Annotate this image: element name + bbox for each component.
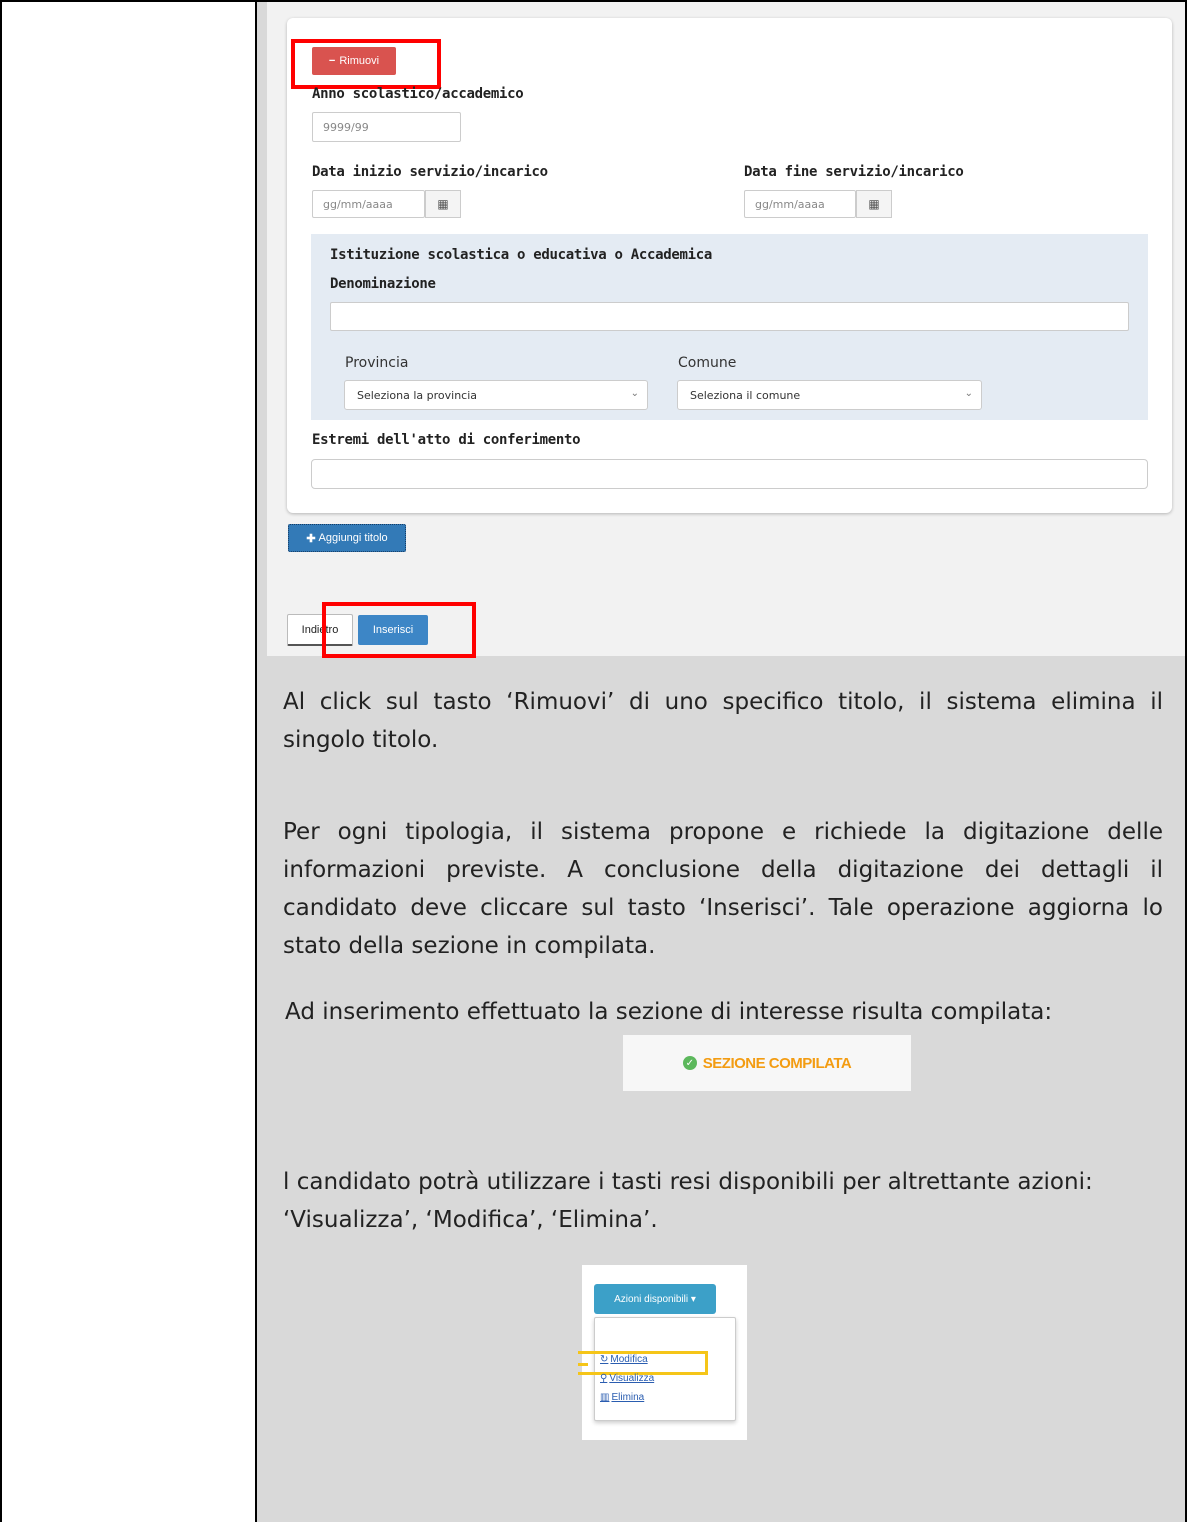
table-border-top: [0, 0, 1187, 2]
paragraph-insert: Per ogni tipologia, il sistema propone e…: [283, 819, 1163, 959]
highlight-insert: [322, 602, 476, 658]
paragraph-actions: l candidato potrà utilizzare i tasti res…: [283, 1169, 1093, 1233]
provincia-select[interactable]: Seleziona la provincia ⌄: [344, 380, 648, 410]
chevron-down-icon: ⌄: [630, 388, 639, 399]
denominazione-input[interactable]: [330, 302, 1129, 331]
menu-item-elimina[interactable]: ▥ Elimina: [600, 1392, 644, 1403]
actions-menu-screenshot: Azioni disponibili ▾ ↻ Modifica ⚲ Visual…: [578, 1265, 747, 1440]
calendar-icon[interactable]: ▦: [856, 190, 892, 218]
document-table: − Rimuovi Anno scolastico/accademico 999…: [0, 0, 1187, 1522]
end-date-input[interactable]: gg/mm/aaaa: [744, 190, 856, 218]
denominazione-label: Denominazione: [330, 276, 436, 292]
menu-item-visualizza[interactable]: ⚲ Visualizza: [600, 1373, 654, 1384]
actions-menu-button[interactable]: Azioni disponibili ▾: [594, 1284, 716, 1314]
start-date-input[interactable]: gg/mm/aaaa: [312, 190, 425, 218]
add-title-label: Aggiungi titolo: [318, 532, 388, 544]
paragraph-compiled: Ad inserimento effettuato la sezione di …: [285, 999, 1053, 1025]
check-circle-icon: ✓: [682, 1056, 697, 1070]
year-input[interactable]: 9999/99: [312, 112, 461, 142]
table-border-middle: [255, 0, 257, 1522]
chevron-down-icon: ⌄: [964, 388, 973, 399]
menu-item-modifica[interactable]: ↻ Modifica: [600, 1354, 648, 1365]
add-title-button[interactable]: ✚ Aggiungi titolo: [288, 524, 406, 552]
end-date-label: Data fine servizio/incarico: [744, 164, 964, 180]
status-badge: ✓ SEZIONE COMPILATA: [623, 1035, 911, 1091]
estremi-label: Estremi dell'atto di conferimento: [312, 432, 581, 448]
search-icon: ⚲: [600, 1373, 608, 1384]
edit-icon: ↻: [600, 1354, 609, 1365]
estremi-input[interactable]: [311, 459, 1148, 489]
highlight-pointer: [578, 1363, 588, 1366]
institution-title: Istituzione scolastica o educativa o Acc…: [330, 247, 713, 263]
paragraph-remove: Al click sul tasto ‘Rimuovi’ di uno spec…: [283, 689, 1163, 753]
highlight-remove: [291, 39, 441, 89]
plus-icon: ✚: [306, 532, 316, 545]
start-date-label: Data inizio servizio/incarico: [312, 164, 548, 180]
comune-select[interactable]: Seleziona il comune ⌄: [677, 380, 982, 410]
provincia-label: Provincia: [345, 355, 409, 371]
comune-label: Comune: [678, 355, 737, 371]
year-label: Anno scolastico/accademico: [312, 86, 524, 102]
table-border-left: [0, 0, 2, 1522]
calendar-icon[interactable]: ▦: [425, 190, 461, 218]
trash-icon: ▥: [600, 1392, 610, 1403]
